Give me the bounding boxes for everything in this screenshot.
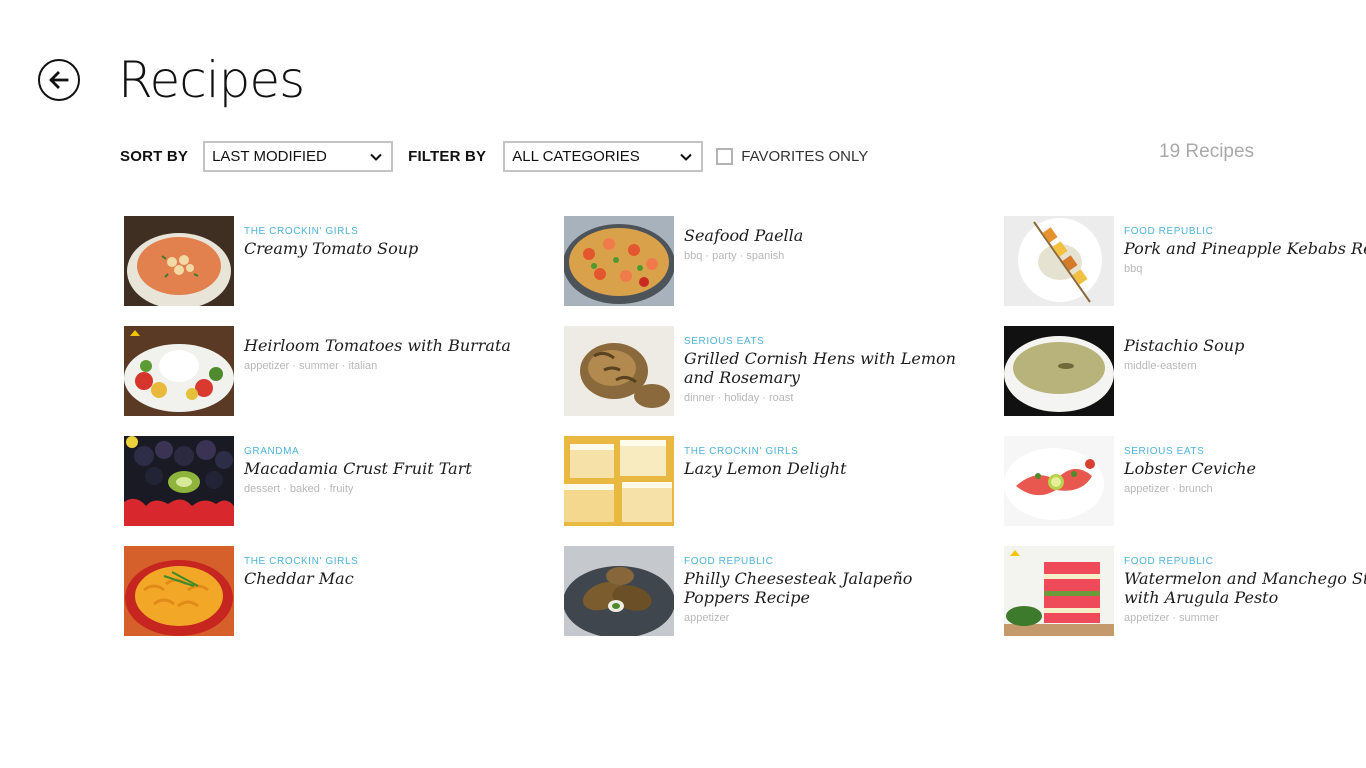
recipe-tile[interactable]: THE CROCKIN' GIRLS Lazy Lemon Delight <box>564 436 1004 526</box>
recipe-title: Lazy Lemon Delight <box>684 459 847 478</box>
recipe-thumbnail <box>564 216 674 306</box>
recipe-info: SERIOUS EATS Grilled Cornish Hens with Le… <box>684 335 1004 405</box>
recipe-info: FOOD REPUBLIC Philly Cheesesteak Jalapeño… <box>684 555 1004 625</box>
jalapeno-poppers-image <box>564 546 674 636</box>
recipe-title: Grilled Cornish Hens with Lemon and Rose… <box>684 349 956 387</box>
filter-value: ALL CATEGORIES <box>512 148 640 165</box>
recipe-thumbnail <box>124 546 234 636</box>
recipe-source: FOOD REPUBLIC <box>684 556 774 567</box>
recipe-thumbnail <box>1004 546 1114 636</box>
chevron-down-icon <box>370 153 382 161</box>
recipe-thumbnail <box>124 326 234 416</box>
recipe-tile[interactable]: Pistachio Soup middle-eastern <box>1004 326 1366 416</box>
recipe-title: Watermelon and Manchego Stacks with Arug… <box>1124 569 1366 607</box>
recipe-source: SERIOUS EATS <box>1124 446 1205 457</box>
recipe-info: SERIOUS EATS Lobster Ceviche appetizer · b… <box>1124 445 1366 496</box>
recipe-source: FOOD REPUBLIC <box>1124 556 1214 567</box>
recipe-source: THE CROCKIN' GIRLS <box>684 446 799 457</box>
filter-dropdown[interactable]: ALL CATEGORIES <box>503 141 704 172</box>
watermelon-stacks-image <box>1004 546 1114 636</box>
back-button[interactable] <box>38 59 80 101</box>
recipe-tile[interactable]: THE CROCKIN' GIRLS Creamy Tomato Soup <box>124 216 564 306</box>
recipe-tags: bbq <box>1124 263 1143 275</box>
recipe-source: SERIOUS EATS <box>684 336 765 347</box>
recipe-title: Lobster Ceviche <box>1124 459 1256 478</box>
tomato-soup-image <box>124 216 234 306</box>
recipe-info: Pistachio Soup middle-eastern <box>1124 335 1366 373</box>
recipe-info: Seafood Paella bbq · party · spanish <box>684 225 1004 263</box>
favorites-only-toggle[interactable]: FAVORITES ONLY <box>716 148 868 165</box>
burrata-salad-image <box>124 326 234 416</box>
recipe-info: FOOD REPUBLIC Watermelon and Manchego Sta… <box>1124 555 1366 625</box>
recipe-tile[interactable]: THE CROCKIN' GIRLS Cheddar Mac <box>124 546 564 636</box>
recipe-thumbnail <box>564 326 674 416</box>
recipe-info: FOOD REPUBLIC Pork and Pineapple Kebabs R… <box>1124 225 1366 276</box>
recipe-source: GRANDMA <box>244 446 300 457</box>
recipe-info: THE CROCKIN' GIRLS Cheddar Mac <box>244 555 564 592</box>
recipe-thumbnail <box>1004 326 1114 416</box>
recipe-tags: bbq · party · spanish <box>684 250 785 262</box>
recipe-title: Creamy Tomato Soup <box>244 239 419 258</box>
recipe-count: 19 Recipes <box>1159 141 1255 162</box>
recipe-tile[interactable]: SERIOUS EATS Grilled Cornish Hens with Le… <box>564 326 1004 416</box>
recipe-thumbnail <box>1004 216 1114 306</box>
recipe-tile[interactable]: SERIOUS EATS Lobster Ceviche appetizer · b… <box>1004 436 1366 526</box>
recipe-info: THE CROCKIN' GIRLS Lazy Lemon Delight <box>684 445 1004 482</box>
fruit-tart-image <box>124 436 234 526</box>
filter-label: FILTER BY <box>408 148 487 165</box>
recipe-tags: appetizer <box>684 612 730 624</box>
recipe-thumbnail <box>1004 436 1114 526</box>
recipe-title: Seafood Paella <box>684 226 804 245</box>
sort-label: SORT BY <box>120 148 189 165</box>
chevron-down-icon <box>680 153 692 161</box>
lemon-bars-image <box>564 436 674 526</box>
recipe-tags: middle-eastern <box>1124 360 1197 372</box>
sort-dropdown[interactable]: LAST MODIFIED <box>203 141 394 172</box>
paella-image <box>564 216 674 306</box>
back-arrow-icon <box>49 71 69 89</box>
recipe-tags: appetizer · brunch <box>1124 483 1213 495</box>
recipe-source: FOOD REPUBLIC <box>1124 226 1214 237</box>
recipe-title: Pork and Pineapple Kebabs Recipe <box>1124 239 1366 258</box>
recipe-info: THE CROCKIN' GIRLS Creamy Tomato Soup <box>244 225 564 262</box>
mac-and-cheese-image <box>124 546 234 636</box>
pistachio-soup-image <box>1004 326 1114 416</box>
recipe-tags: dinner · holiday · roast <box>684 392 794 404</box>
favorites-label: FAVORITES ONLY <box>741 148 869 165</box>
recipe-info: Heirloom Tomatoes with Burrata appetizer … <box>244 335 564 373</box>
recipe-tags: dessert · baked · fruity <box>244 483 354 495</box>
page-title: Recipes <box>118 51 305 109</box>
recipe-tags: appetizer · summer <box>1124 612 1219 624</box>
recipe-source: THE CROCKIN' GIRLS <box>244 556 359 567</box>
recipe-tile[interactable]: FOOD REPUBLIC Pork and Pineapple Kebabs R… <box>1004 216 1366 306</box>
kebabs-image <box>1004 216 1114 306</box>
recipe-tile[interactable]: Seafood Paella bbq · party · spanish <box>564 216 1004 306</box>
recipe-thumbnail <box>124 436 234 526</box>
recipe-title: Macadamia Crust Fruit Tart <box>244 459 472 478</box>
recipe-tile[interactable]: GRANDMA Macadamia Crust Fruit Tart dessert… <box>124 436 564 526</box>
recipe-source: THE CROCKIN' GIRLS <box>244 226 359 237</box>
ceviche-image <box>1004 436 1114 526</box>
recipe-thumbnail <box>564 436 674 526</box>
roast-hens-image <box>564 326 674 416</box>
recipe-title: Heirloom Tomatoes with Burrata <box>244 336 511 355</box>
recipe-tile[interactable]: FOOD REPUBLIC Watermelon and Manchego Sta… <box>1004 546 1366 636</box>
recipe-tile[interactable]: Heirloom Tomatoes with Burrata appetizer … <box>124 326 564 416</box>
recipe-tags: appetizer · summer · italian <box>244 360 378 372</box>
toolbar: SORT BY LAST MODIFIED FILTER BY ALL CATE… <box>120 141 868 172</box>
favorites-checkbox[interactable] <box>716 148 734 165</box>
recipe-title: Pistachio Soup <box>1124 336 1245 355</box>
sort-value: LAST MODIFIED <box>212 148 327 165</box>
recipe-title: Philly Cheesesteak Jalapeño Poppers Reci… <box>684 569 913 607</box>
recipe-tile[interactable]: FOOD REPUBLIC Philly Cheesesteak Jalapeño… <box>564 546 1004 636</box>
recipe-thumbnail <box>124 216 234 306</box>
recipe-thumbnail <box>564 546 674 636</box>
recipes-page: Recipes SORT BY LAST MODIFIED FILTER BY … <box>0 0 1366 768</box>
recipe-info: GRANDMA Macadamia Crust Fruit Tart dessert… <box>244 445 564 496</box>
recipe-title: Cheddar Mac <box>244 569 354 588</box>
